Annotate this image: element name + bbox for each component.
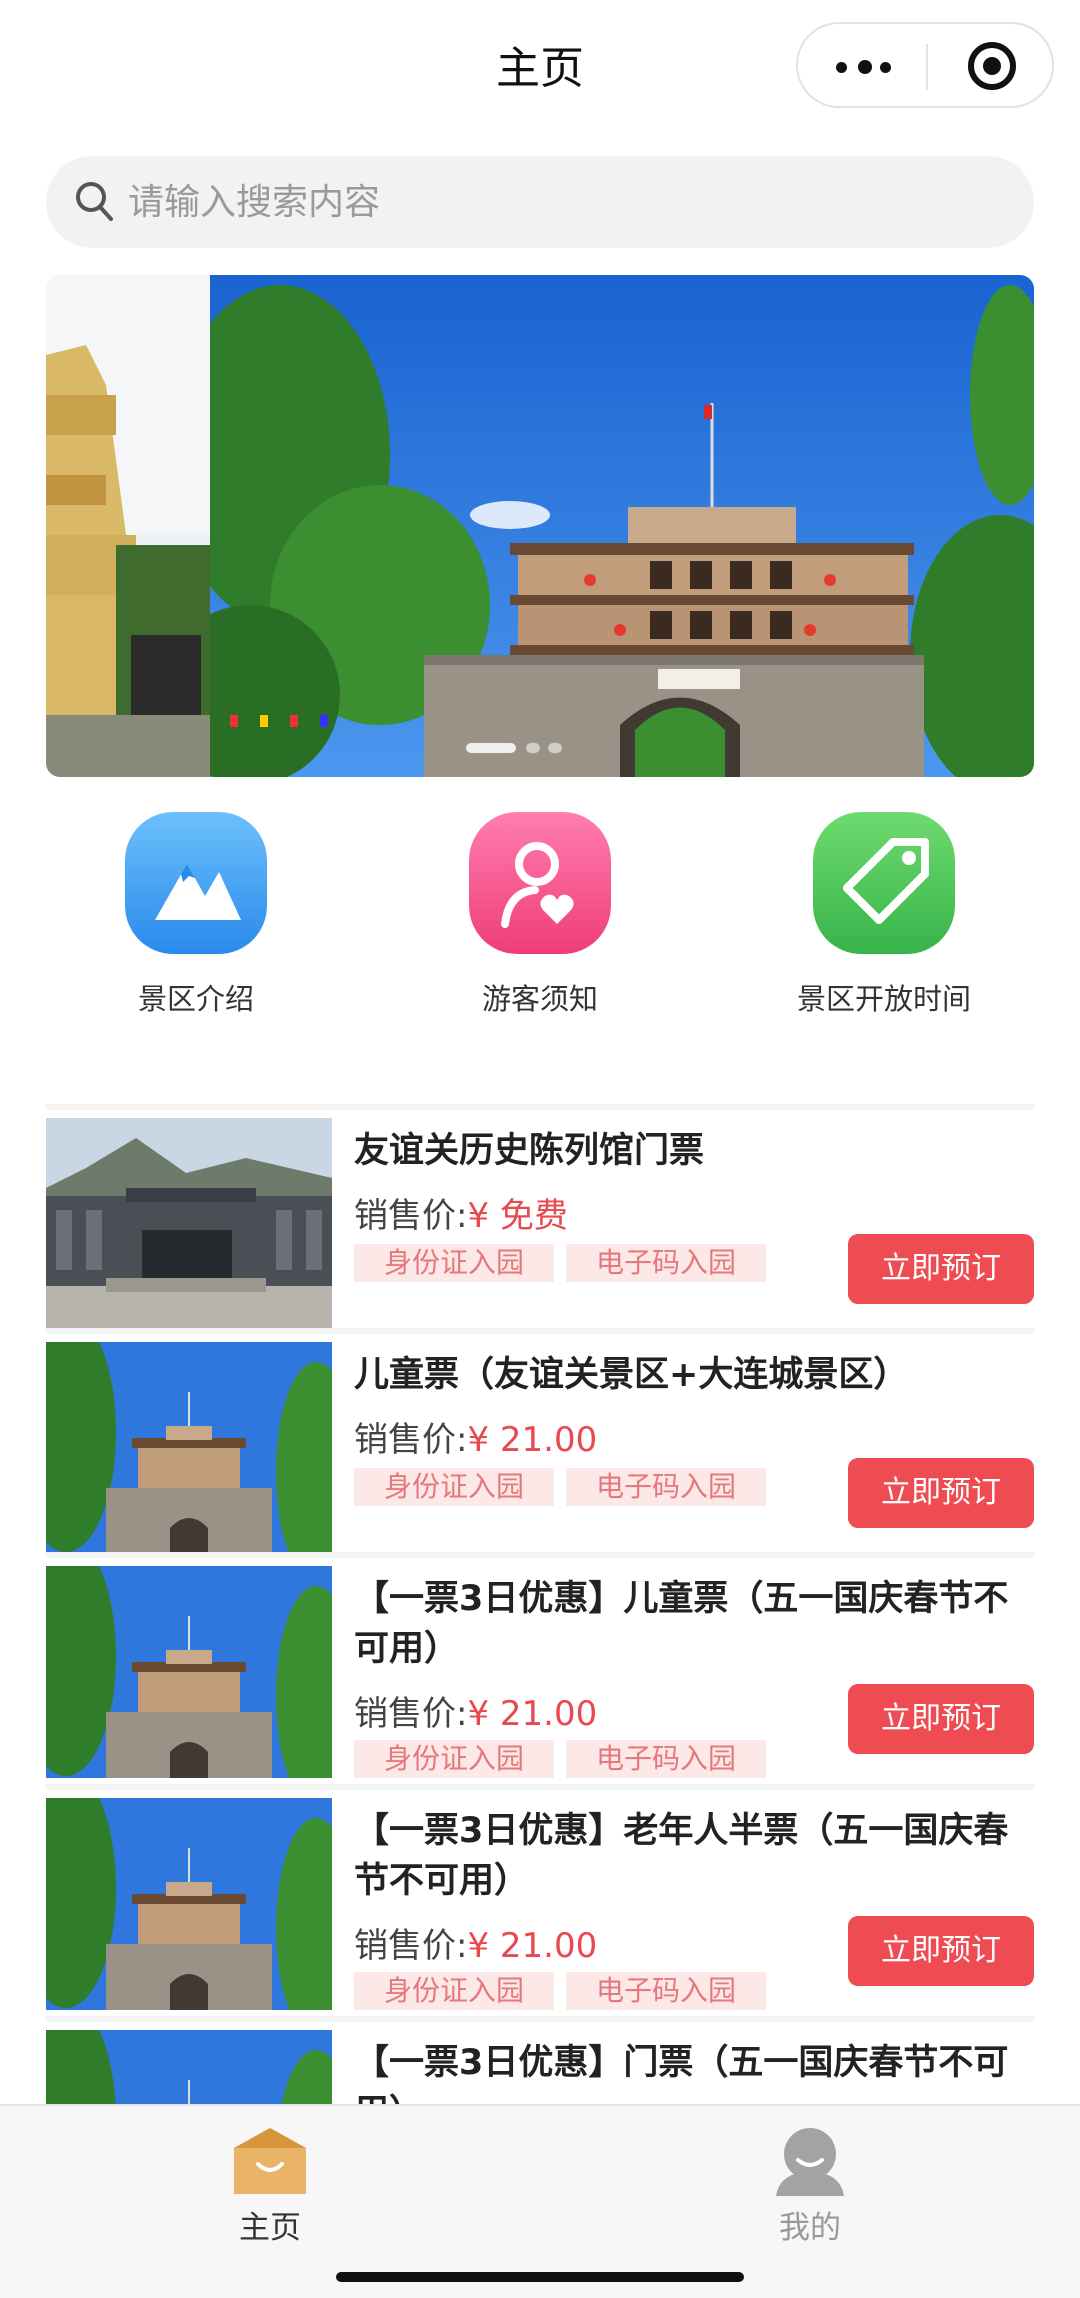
tab-home[interactable]: 主页 (160, 2122, 380, 2252)
book-now-button[interactable]: 立即预订 (848, 1916, 1034, 1986)
book-now-button[interactable]: 立即预订 (848, 1684, 1034, 1754)
carousel-indicator (466, 743, 586, 757)
book-now-button[interactable]: 立即预订 (848, 1234, 1034, 1304)
tag-id-card-entry: 身份证入园 (354, 1972, 554, 2010)
ticket-item[interactable]: 儿童票（友谊关景区+大连城景区） 销售价:¥ 21.00 身份证入园 电子码入园… (46, 1328, 1034, 1554)
quick-entry-opening-hours[interactable]: 景区开放时间 (734, 812, 1034, 1016)
banner-carousel[interactable] (46, 275, 1034, 777)
ticket-price: 销售价:¥ 21.00 (354, 1918, 597, 1967)
tab-label: 主页 (239, 2210, 301, 2246)
ticket-name: 【一票3日优惠】儿童票（五一国庆春节不可用） (354, 1579, 1009, 1669)
quick-entry-grid: 景区介绍 游客须知 景区开放时间 (46, 800, 1034, 1020)
tab-mine[interactable]: 我的 (700, 2122, 920, 2252)
ticket-name: 【一票3日优惠】门票（五一国庆春节不可用） (354, 2043, 1009, 2104)
home-icon (234, 2128, 306, 2194)
ticket-thumbnail (46, 1566, 332, 1778)
price-amount: ¥ 21.00 (467, 1420, 598, 1460)
quick-entry-label: 景区开放时间 (796, 982, 971, 1016)
quick-entry-label: 游客须知 (481, 982, 598, 1016)
price-label: 销售价: (354, 1196, 468, 1236)
tag-e-code-entry: 电子码入园 (566, 1468, 766, 1506)
nav-bar: 主页 (0, 0, 1080, 130)
ticket-name: 儿童票（友谊关景区+大连城景区） (354, 1355, 909, 1395)
quick-entry-scenic-intro[interactable]: 景区介绍 (46, 812, 346, 1016)
tag-id-card-entry: 身份证入园 (354, 1244, 554, 1282)
price-amount: ¥ 21.00 (467, 1694, 598, 1734)
price-amount: ¥ 免费 (467, 1196, 568, 1236)
price-amount: ¥ 21.00 (467, 1926, 598, 1966)
ticket-thumbnail (46, 1118, 332, 1330)
price-label: 销售价: (354, 1926, 468, 1966)
book-now-button[interactable]: 立即预订 (848, 1458, 1034, 1528)
ticket-item[interactable]: 【一票3日优惠】门票（五一国庆春节不可用） (46, 2016, 1034, 2104)
tag-icon (813, 812, 955, 954)
price-label: 销售价: (354, 1420, 468, 1460)
search-bar[interactable] (46, 156, 1034, 248)
banner-image-current (210, 275, 1034, 777)
ticket-thumbnail (46, 1342, 332, 1554)
ticket-price: 销售价:¥ 免费 (354, 1188, 568, 1237)
tab-label: 我的 (779, 2210, 841, 2246)
tag-e-code-entry: 电子码入园 (566, 1244, 766, 1282)
ticket-item[interactable]: 【一票3日优惠】老年人半票（五一国庆春节不可用） 销售价:¥ 21.00 身份证… (46, 1784, 1034, 2016)
ticket-thumbnail (46, 2030, 332, 2104)
mountain-icon (125, 812, 267, 954)
ticket-list: 友谊关历史陈列馆门票 销售价:¥ 免费 身份证入园 电子码入园 立即预订 儿童票… (46, 1104, 1034, 2104)
tag-id-card-entry: 身份证入园 (354, 1740, 554, 1778)
close-mini-program-icon[interactable] (968, 42, 1016, 90)
capsule-divider (926, 44, 928, 90)
ticket-price: 销售价:¥ 21.00 (354, 1686, 597, 1735)
quick-entry-visitor-notice[interactable]: 游客须知 (390, 812, 690, 1016)
ticket-item[interactable]: 【一票3日优惠】儿童票（五一国庆春节不可用） 销售价:¥ 21.00 身份证入园… (46, 1552, 1034, 1784)
search-icon (76, 182, 113, 221)
ticket-item[interactable]: 友谊关历史陈列馆门票 销售价:¥ 免费 身份证入园 电子码入园 立即预订 (46, 1104, 1034, 1330)
quick-entry-label: 景区介绍 (137, 982, 254, 1016)
more-menu-button[interactable] (834, 52, 894, 82)
tab-bar: 主页 我的 (0, 2104, 1080, 2298)
tag-e-code-entry: 电子码入园 (566, 1740, 766, 1778)
ticket-name: 友谊关历史陈列馆门票 (354, 1131, 705, 1171)
banner-image-previous (46, 275, 210, 777)
search-input[interactable] (128, 156, 1008, 248)
home-indicator (336, 2272, 744, 2282)
tag-e-code-entry: 电子码入园 (566, 1972, 766, 2010)
ticket-name: 【一票3日优惠】老年人半票（五一国庆春节不可用） (354, 1811, 1009, 1901)
tag-id-card-entry: 身份证入园 (354, 1468, 554, 1506)
person-heart-icon (469, 812, 611, 954)
price-label: 销售价: (354, 1694, 468, 1734)
user-icon (776, 2128, 844, 2196)
ticket-thumbnail (46, 1798, 332, 2010)
ticket-price: 销售价:¥ 21.00 (354, 1412, 597, 1461)
mini-program-capsule (796, 22, 1054, 108)
